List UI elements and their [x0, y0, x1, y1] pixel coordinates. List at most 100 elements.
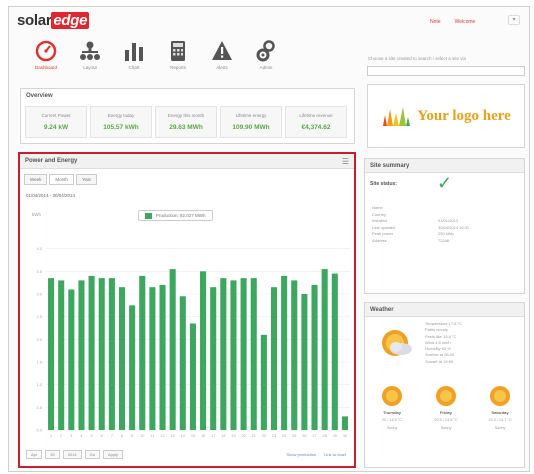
bar-day-24[interactable] — [281, 275, 288, 430]
month-select[interactable]: Apr — [26, 450, 43, 459]
search-hint: Choose a site created to search / select… — [368, 56, 467, 61]
admin-gears-icon — [256, 40, 275, 62]
bar-day-29[interactable] — [331, 273, 338, 430]
site-summary-title: Site summary — [370, 163, 410, 169]
forecast-day: Thursday 20 / 14.5 °C Sunny — [371, 385, 413, 431]
nav-reports[interactable]: Reports — [156, 40, 200, 70]
top-link-note[interactable]: Note — [430, 19, 441, 25]
sun-bars-logo-icon — [383, 107, 411, 126]
nav-alerts[interactable]: Alerts — [200, 40, 244, 70]
top-menu-button[interactable]: ▾ — [508, 15, 520, 25]
nav-dashboard[interactable]: Dashboard — [24, 40, 68, 70]
sunny-icon — [382, 386, 402, 406]
x-tick-label: 19 — [231, 434, 235, 438]
bar-day-11[interactable] — [149, 287, 156, 430]
bar-day-1[interactable] — [48, 278, 55, 430]
bar-day-5[interactable] — [88, 275, 95, 430]
x-tick-label: 15 — [191, 434, 195, 438]
nav-label: Layout — [83, 65, 97, 70]
bar-day-30[interactable] — [341, 416, 348, 430]
bar-day-19[interactable] — [230, 280, 237, 430]
search-input[interactable] — [367, 66, 525, 76]
nav-layout[interactable]: Layout — [68, 40, 112, 70]
show-production-link[interactable]: Show production — [286, 452, 316, 457]
top-link-welcome[interactable]: Welcome — [455, 19, 476, 25]
bar-day-8[interactable] — [118, 287, 126, 430]
bar-day-4[interactable] — [78, 280, 85, 430]
bar-day-16[interactable] — [200, 271, 207, 430]
year-select[interactable]: 2014 — [62, 450, 82, 459]
tab-month[interactable]: Month — [49, 174, 74, 185]
nav-label: Dashboard — [34, 65, 57, 70]
y-tick-label: 0.0 — [36, 428, 42, 433]
x-tick-label: 26 — [302, 434, 306, 438]
bar-day-3[interactable] — [68, 289, 75, 430]
weather-title: Weather — [370, 307, 394, 313]
site-row: Address 72246 — [372, 238, 522, 245]
site-row-value: 72246 — [438, 237, 450, 243]
y-tick-label: 1.0 — [36, 382, 42, 387]
kpi-value: €4,374.62 — [301, 124, 331, 131]
x-tick-label: 2 — [60, 434, 62, 438]
x-tick-label: 21 — [252, 434, 256, 438]
forecast-day-name: Friday — [439, 410, 452, 415]
tab-week[interactable]: Week — [24, 174, 48, 185]
link-to-chart[interactable]: Link to chart — [324, 452, 346, 457]
export-menu-icon[interactable]: ☰ — [342, 157, 349, 166]
bar-day-17[interactable] — [210, 287, 217, 430]
kpi-value: 105.57 kWh — [103, 124, 139, 131]
bar-day-28[interactable] — [321, 269, 328, 430]
apply-button[interactable]: Apply — [102, 450, 123, 459]
tab-year[interactable]: Year — [75, 174, 98, 185]
kpi-label: Energy today — [107, 113, 135, 118]
x-tick-label: 6 — [101, 434, 103, 438]
bar-day-10[interactable] — [139, 275, 146, 430]
bar-day-22[interactable] — [260, 334, 267, 430]
x-tick-label: 8 — [121, 434, 123, 438]
current-weather — [379, 327, 415, 363]
bar-day-13[interactable] — [169, 269, 176, 430]
bar-day-14[interactable] — [179, 296, 186, 430]
nav-chart[interactable]: Chart — [112, 40, 156, 70]
kpi-row: Current Power 9.24 kW Energy today 105.57 … — [25, 106, 347, 138]
bar-day-21[interactable] — [250, 278, 257, 430]
bar-day-7[interactable] — [108, 278, 115, 430]
dashboard-gauge-icon — [35, 40, 57, 62]
x-tick-label: 3 — [70, 434, 72, 438]
bar-day-23[interactable] — [270, 287, 278, 430]
overview-title: Overview — [26, 93, 53, 99]
bar-day-2[interactable] — [58, 280, 65, 430]
bar-day-26[interactable] — [301, 294, 308, 430]
bar-day-20[interactable] — [240, 278, 247, 430]
nav-label: Alerts — [216, 65, 228, 70]
y-axis-unit: kWh — [32, 212, 41, 217]
reports-calculator-icon — [171, 41, 185, 61]
nav-admin[interactable]: Admin — [244, 40, 288, 70]
kpi-lifetime-energy: Lifetime energy 109.90 MWh — [220, 106, 282, 138]
layout-hierarchy-icon — [80, 41, 100, 60]
forecast-temp-range: 20.5 / 13.9 °C — [434, 418, 458, 422]
legend-swatch — [145, 212, 152, 219]
bar-day-18[interactable] — [220, 278, 227, 430]
x-tick-label: 27 — [312, 434, 316, 438]
forecast-condition: Sunny — [494, 426, 506, 430]
go-button[interactable]: Go — [84, 450, 100, 459]
y-tick-label: 1.5 — [36, 360, 42, 365]
x-tick-label: 18 — [221, 434, 225, 438]
bar-day-9[interactable] — [129, 305, 136, 430]
bar-day-12[interactable] — [159, 284, 166, 430]
forecast-temp-range: 20 / 14.5 °C — [381, 418, 403, 422]
bar-day-6[interactable] — [98, 278, 105, 430]
solaredge-logo[interactable]: solar edge — [17, 12, 90, 29]
status-ok-check-icon: ✓ — [437, 173, 453, 193]
partly-cloudy-icon — [382, 330, 412, 356]
x-tick-label: 24 — [282, 434, 286, 438]
sunny-icon — [436, 386, 456, 406]
day-select[interactable]: 30 — [45, 450, 60, 459]
logo-prefix: solar — [17, 12, 52, 29]
bar-day-25[interactable] — [291, 280, 298, 430]
kpi-value: 29.63 MWh — [169, 124, 203, 131]
bar-day-15[interactable] — [189, 323, 196, 430]
bar-day-27[interactable] — [311, 284, 318, 430]
x-tick-label: 9 — [131, 434, 133, 438]
